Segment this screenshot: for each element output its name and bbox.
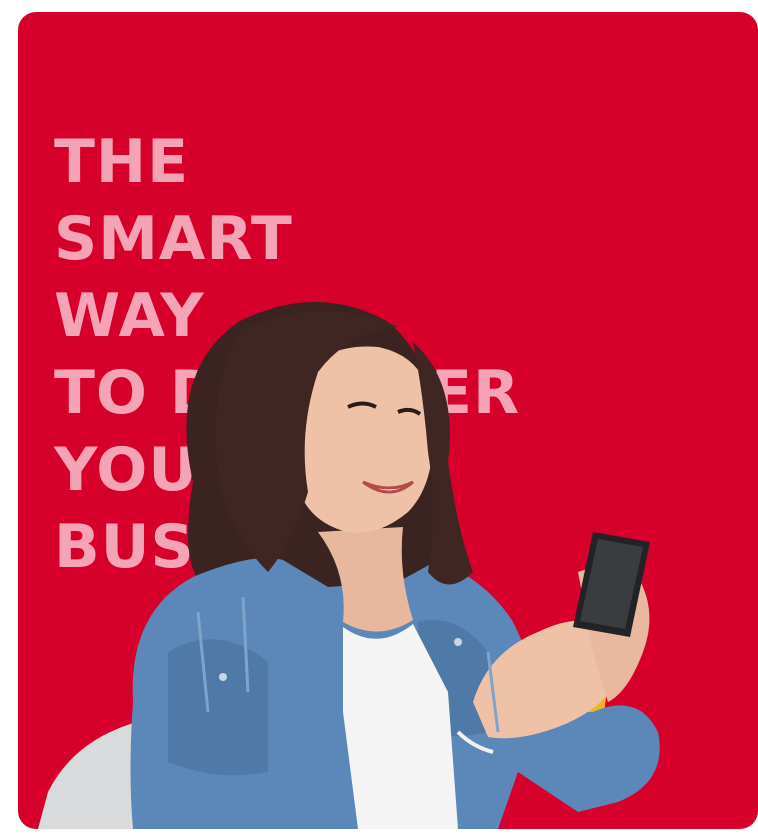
woman-with-phone-photo bbox=[38, 302, 660, 829]
promo-card: THE SMART WAY TO DISCOVER YOUR BUSINESS bbox=[18, 12, 758, 829]
